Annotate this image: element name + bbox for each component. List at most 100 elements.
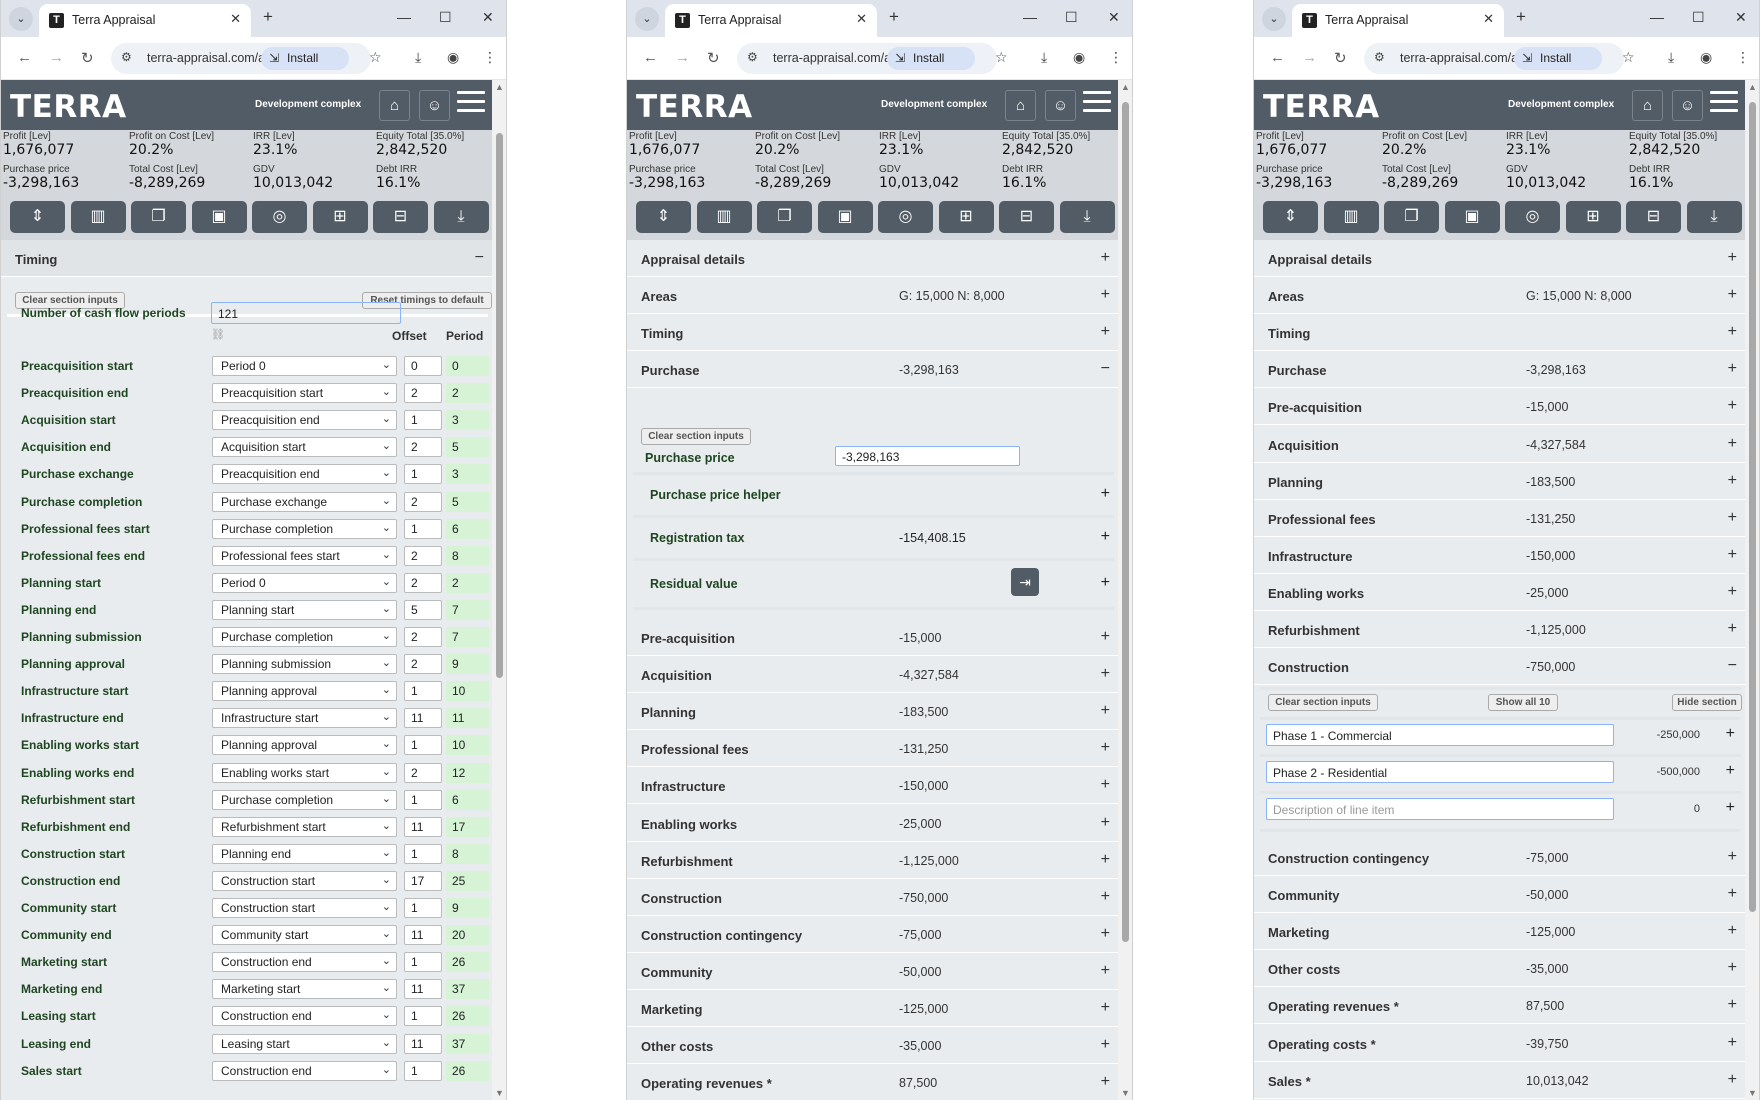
table-icon[interactable]: ⊟ xyxy=(999,201,1054,233)
install-button[interactable]: ⇲ Install xyxy=(1514,47,1602,70)
offset-input[interactable]: 2 xyxy=(404,572,442,593)
apply-residual-icon[interactable]: ⇥ xyxy=(1011,568,1039,596)
offset-input[interactable]: 1 xyxy=(404,1060,442,1081)
close-window-icon[interactable]: ✕ xyxy=(1108,9,1120,26)
scroll-down-icon[interactable]: ▼ xyxy=(495,1088,504,1098)
offset-input[interactable]: 1 xyxy=(404,681,442,702)
download-icon[interactable]: ⤓ xyxy=(1059,201,1115,233)
scroll-down-icon[interactable]: ▼ xyxy=(1748,1088,1757,1098)
section-header[interactable]: Professional fees -131,250 + xyxy=(627,730,1120,768)
section-header[interactable]: Areas G: 15,000 N: 8,000 + xyxy=(1254,277,1747,315)
scroll-up-icon[interactable]: ▲ xyxy=(1121,82,1130,92)
timing-reference-select[interactable]: Acquisition start ⌄ xyxy=(212,437,397,458)
expand-toggle-icon[interactable]: + xyxy=(1101,286,1110,304)
section-header[interactable]: Operating costs * -39,750 + xyxy=(1254,1024,1747,1062)
link-icon[interactable]: ⛓ xyxy=(211,328,225,341)
expand-collapse-icon[interactable]: ⇕ xyxy=(636,201,691,233)
grid-icon[interactable]: ⊞ xyxy=(312,201,368,233)
offset-input[interactable]: 1 xyxy=(404,952,442,973)
reload-icon[interactable]: ↻ xyxy=(81,49,94,67)
timing-reference-select[interactable]: Construction end ⌄ xyxy=(212,952,397,973)
expand-toggle-icon[interactable]: + xyxy=(1101,776,1110,794)
back-icon[interactable]: ← xyxy=(1270,49,1285,66)
timing-reference-select[interactable]: Enabling works start ⌄ xyxy=(212,762,397,783)
scroll-thumb[interactable] xyxy=(1122,102,1129,942)
expand-toggle-icon[interactable]: + xyxy=(1101,814,1110,832)
timing-reference-select[interactable]: Purchase completion ⌄ xyxy=(212,518,397,539)
scroll-thumb[interactable] xyxy=(496,133,503,678)
timing-reference-select[interactable]: Leasing start ⌄ xyxy=(212,1033,397,1054)
section-header[interactable]: Areas G: 15,000 N: 8,000 + xyxy=(627,277,1120,314)
chart-icon[interactable]: ▥ xyxy=(1323,201,1379,233)
user-icon[interactable]: ☺ xyxy=(419,90,450,121)
section-header[interactable]: Acquisition -4,327,584 + xyxy=(1254,425,1747,463)
timing-reference-select[interactable]: Preacquisition start ⌄ xyxy=(212,383,397,404)
install-button[interactable]: ⇲ Install xyxy=(887,47,975,70)
offset-input[interactable]: 11 xyxy=(404,1033,442,1054)
expand-toggle-icon[interactable]: + xyxy=(1726,762,1735,780)
expand-toggle-icon[interactable]: + xyxy=(1728,1034,1737,1052)
home-icon[interactable]: ⌂ xyxy=(1005,90,1036,121)
section-header[interactable]: Marketing -125,000 + xyxy=(1254,913,1747,951)
expand-toggle-icon[interactable]: + xyxy=(1101,628,1110,646)
profile-icon[interactable]: ◉ xyxy=(447,49,459,66)
offset-input[interactable]: 17 xyxy=(404,870,442,891)
section-header[interactable]: Professional fees -131,250 + xyxy=(1254,499,1747,537)
home-icon[interactable]: ⌂ xyxy=(1632,90,1663,121)
section-header[interactable]: Refurbishment -1,125,000 + xyxy=(627,841,1120,879)
more-menu-icon[interactable]: ⋮ xyxy=(1736,49,1750,66)
section-header[interactable]: Community -50,000 + xyxy=(627,952,1120,990)
folder-open-icon[interactable]: ❐ xyxy=(1384,201,1439,233)
profile-icon[interactable]: ◉ xyxy=(1700,49,1712,66)
purchase-price-input[interactable]: -3,298,163 xyxy=(835,446,1020,466)
line-item-description-input[interactable]: Phase 1 - Commercial xyxy=(1266,724,1614,746)
offset-input[interactable]: 1 xyxy=(404,898,442,918)
close-tab-icon[interactable]: ✕ xyxy=(230,11,241,27)
timing-reference-select[interactable]: Planning approval ⌄ xyxy=(212,681,397,702)
expand-toggle-icon[interactable]: + xyxy=(1101,851,1110,869)
table-icon[interactable]: ⊟ xyxy=(373,201,428,233)
expand-toggle-icon[interactable]: + xyxy=(1728,360,1737,378)
clear-section-inputs-button[interactable]: Clear section inputs xyxy=(1268,694,1378,711)
site-info-icon[interactable]: ⚙ xyxy=(747,50,758,64)
section-header[interactable]: Appraisal details + xyxy=(627,240,1120,277)
timing-reference-select[interactable]: Preacquisition end ⌄ xyxy=(212,464,397,485)
hamburger-menu-icon[interactable] xyxy=(1083,91,1111,117)
expand-toggle-icon[interactable]: − xyxy=(1728,657,1737,675)
tab-search-icon[interactable]: ⌄ xyxy=(1262,7,1286,31)
user-icon[interactable]: ☺ xyxy=(1672,90,1703,121)
section-header[interactable]: Infrastructure -150,000 + xyxy=(1254,536,1747,574)
expand-toggle-icon[interactable]: + xyxy=(1101,665,1110,683)
section-header[interactable]: Planning -183,500 + xyxy=(1254,462,1747,500)
expand-toggle-icon[interactable]: + xyxy=(1728,1071,1737,1089)
terra-logo[interactable]: TERRA xyxy=(10,89,127,125)
profile-icon[interactable]: ◉ xyxy=(1073,49,1085,66)
expand-toggle-icon[interactable]: + xyxy=(1728,620,1737,638)
maximize-icon[interactable]: ☐ xyxy=(439,9,452,26)
timing-reference-select[interactable]: Refurbishment start ⌄ xyxy=(212,816,397,837)
section-header[interactable]: Timing + xyxy=(627,314,1120,351)
timing-reference-select[interactable]: Construction start ⌄ xyxy=(212,898,397,918)
residual-value-row[interactable]: Residual value ⇥ + xyxy=(633,561,1114,605)
timing-reference-select[interactable]: Community start ⌄ xyxy=(212,925,397,946)
expand-toggle-icon[interactable]: + xyxy=(1101,1073,1110,1091)
new-tab-icon[interactable]: + xyxy=(889,7,899,27)
timing-reference-select[interactable]: Purchase completion ⌄ xyxy=(212,627,397,647)
grid-icon[interactable]: ⊞ xyxy=(1565,201,1621,233)
section-header[interactable]: Purchase -3,298,163 − xyxy=(627,351,1120,388)
expand-toggle-icon[interactable]: + xyxy=(1728,249,1737,267)
offset-input[interactable]: 2 xyxy=(404,383,442,404)
registration-tax-row[interactable]: Registration tax -154,408.15 + xyxy=(633,518,1114,556)
expand-toggle-icon[interactable]: + xyxy=(1101,925,1110,943)
offset-input[interactable]: 1 xyxy=(404,464,442,485)
bookmark-star-icon[interactable]: ☆ xyxy=(1622,49,1635,66)
section-header[interactable]: Refurbishment -1,125,000 + xyxy=(1254,611,1747,648)
offset-input[interactable]: 2 xyxy=(404,654,442,675)
download-icon[interactable]: ⤓ xyxy=(433,201,489,233)
downloads-icon[interactable]: ⤓ xyxy=(1041,49,1047,66)
section-header[interactable]: Construction -750,000 + xyxy=(627,878,1120,916)
expand-toggle-icon[interactable]: + xyxy=(1101,999,1110,1017)
section-header[interactable]: Planning -183,500 + xyxy=(627,693,1120,731)
expand-toggle-icon[interactable]: + xyxy=(1101,323,1110,341)
section-header[interactable]: Pre-acquisition -15,000 + xyxy=(1254,388,1747,426)
